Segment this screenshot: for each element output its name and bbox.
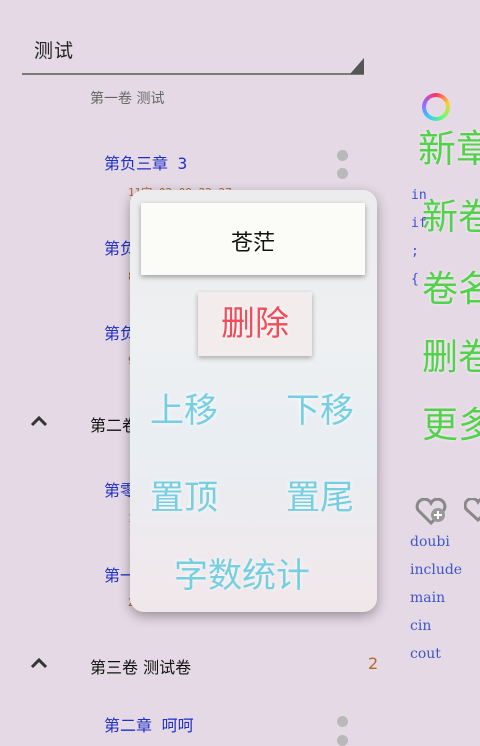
word-item[interactable]: cout (410, 646, 441, 662)
delete-volume-button[interactable]: 删卷 (422, 328, 480, 380)
drag-dot-icon[interactable] (337, 168, 348, 179)
chevron-up-icon[interactable] (30, 657, 48, 669)
chapter-item-title[interactable]: 第二章 呵呵 (104, 712, 194, 736)
new-volume-button[interactable]: 新卷 (422, 188, 480, 240)
code-line: ; (411, 244, 419, 259)
pin-bottom-button[interactable]: 置尾 (286, 470, 354, 519)
more-button[interactable]: 更多 (422, 396, 480, 448)
delete-button[interactable]: 删除 (198, 292, 312, 356)
volume-name-button[interactable]: 卷名 (422, 260, 480, 312)
chevron-up-icon[interactable] (30, 415, 48, 427)
move-up-button[interactable]: 上移 (150, 383, 218, 432)
rainbow-ring-icon[interactable] (422, 93, 450, 121)
code-line: { (411, 272, 419, 287)
new-chapter-button[interactable]: 新章 (418, 118, 480, 173)
heart-plus-icon[interactable] (464, 498, 480, 526)
move-down-button[interactable]: 下移 (286, 383, 354, 432)
word-count-button[interactable]: 字数统计 (174, 548, 310, 597)
drag-dot-icon[interactable] (337, 716, 348, 727)
chapter-options-dialog: 苍茫 删除 上移 下移 置顶 置尾 字数统计 (130, 190, 377, 612)
drag-dot-icon[interactable] (337, 735, 348, 746)
word-item[interactable]: cin (410, 618, 431, 634)
heart-plus-icon[interactable] (414, 498, 448, 526)
word-item[interactable]: doubi (410, 534, 450, 550)
code-line: if (411, 216, 427, 231)
volume-count: 2 (368, 654, 379, 673)
word-item[interactable]: main (410, 590, 445, 606)
dialog-title-box: 苍茫 (141, 203, 365, 275)
right-side-panel: 新章 in 新卷 if ; { 卷名 删卷 更多 doubi include m… (408, 90, 480, 690)
volume-title-partial[interactable]: 第一卷 测试 (90, 88, 164, 108)
dialog-title: 苍茫 (230, 231, 275, 256)
drag-dot-icon[interactable] (337, 150, 348, 161)
volume-title[interactable]: 第三卷 测试卷 (90, 654, 191, 678)
chapter-item-title[interactable]: 第负三章 3 (104, 150, 187, 174)
pin-top-button[interactable]: 置顶 (150, 470, 218, 519)
word-item[interactable]: include (410, 562, 462, 578)
